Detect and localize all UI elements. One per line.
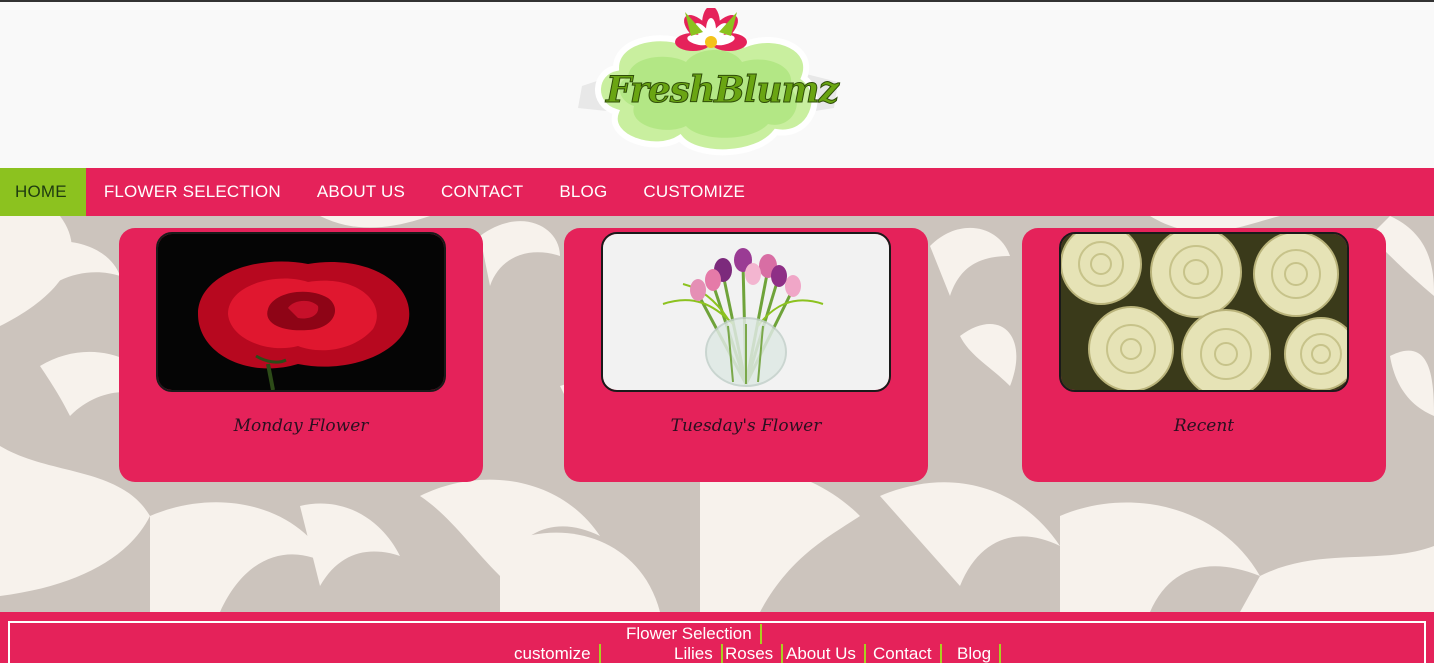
site-logo[interactable]: FreshBlumz — [576, 6, 842, 162]
flower-card[interactable]: Tuesday's Flower — [564, 228, 928, 482]
nav-item-label: FLOWER SELECTION — [103, 182, 281, 201]
card-caption: Tuesday's Flower — [670, 416, 822, 436]
nav-item-label: BLOG — [559, 182, 608, 201]
nav-item-label: HOME — [15, 182, 67, 201]
card-caption: Recent — [1173, 416, 1235, 436]
logo-text: FreshBlumz — [605, 69, 839, 111]
nav-item-label: ABOUT US — [316, 182, 406, 201]
main-nav: HOME FLOWER SELECTION ABOUT US CONTACT B… — [0, 168, 1434, 216]
nav-item-home[interactable]: HOME — [0, 168, 86, 216]
nav-item-flower-selection[interactable]: FLOWER SELECTION — [86, 168, 299, 216]
footer-link-customize[interactable]: customize — [514, 644, 601, 663]
tulips-vase-photo[interactable] — [601, 232, 891, 392]
footer-link-about-us[interactable]: About Us — [786, 644, 866, 663]
nav-item-label: CONTACT — [441, 182, 524, 201]
flower-card[interactable]: Recent — [1022, 228, 1386, 482]
footer-link-lilies[interactable]: Lilies — [674, 644, 723, 663]
footer-link-flower-selection[interactable]: Flower Selection — [626, 624, 762, 644]
nav-item-customize[interactable]: CUSTOMIZE — [625, 168, 763, 216]
footer-link-contact[interactable]: Contact — [873, 644, 942, 663]
site-footer: Flower Selection customize Lilies Roses … — [0, 612, 1434, 663]
footer-link-roses[interactable]: Roses — [725, 644, 784, 663]
footer-link-blog[interactable]: Blog — [957, 644, 1002, 663]
nav-item-about-us[interactable]: ABOUT US — [299, 168, 423, 216]
nav-item-label: CUSTOMIZE — [643, 182, 745, 201]
flower-card[interactable]: Monday Flower — [119, 228, 483, 482]
white-roses-photo[interactable] — [1059, 232, 1349, 392]
content-area: Monday Flower Tuesday's Flower Recent — [0, 216, 1434, 612]
site-header: FreshBlumz — [0, 2, 1434, 168]
nav-item-blog[interactable]: BLOG — [541, 168, 625, 216]
nav-item-contact[interactable]: CONTACT — [423, 168, 541, 216]
red-rose-photo[interactable] — [156, 232, 446, 392]
card-caption: Monday Flower — [233, 416, 369, 436]
